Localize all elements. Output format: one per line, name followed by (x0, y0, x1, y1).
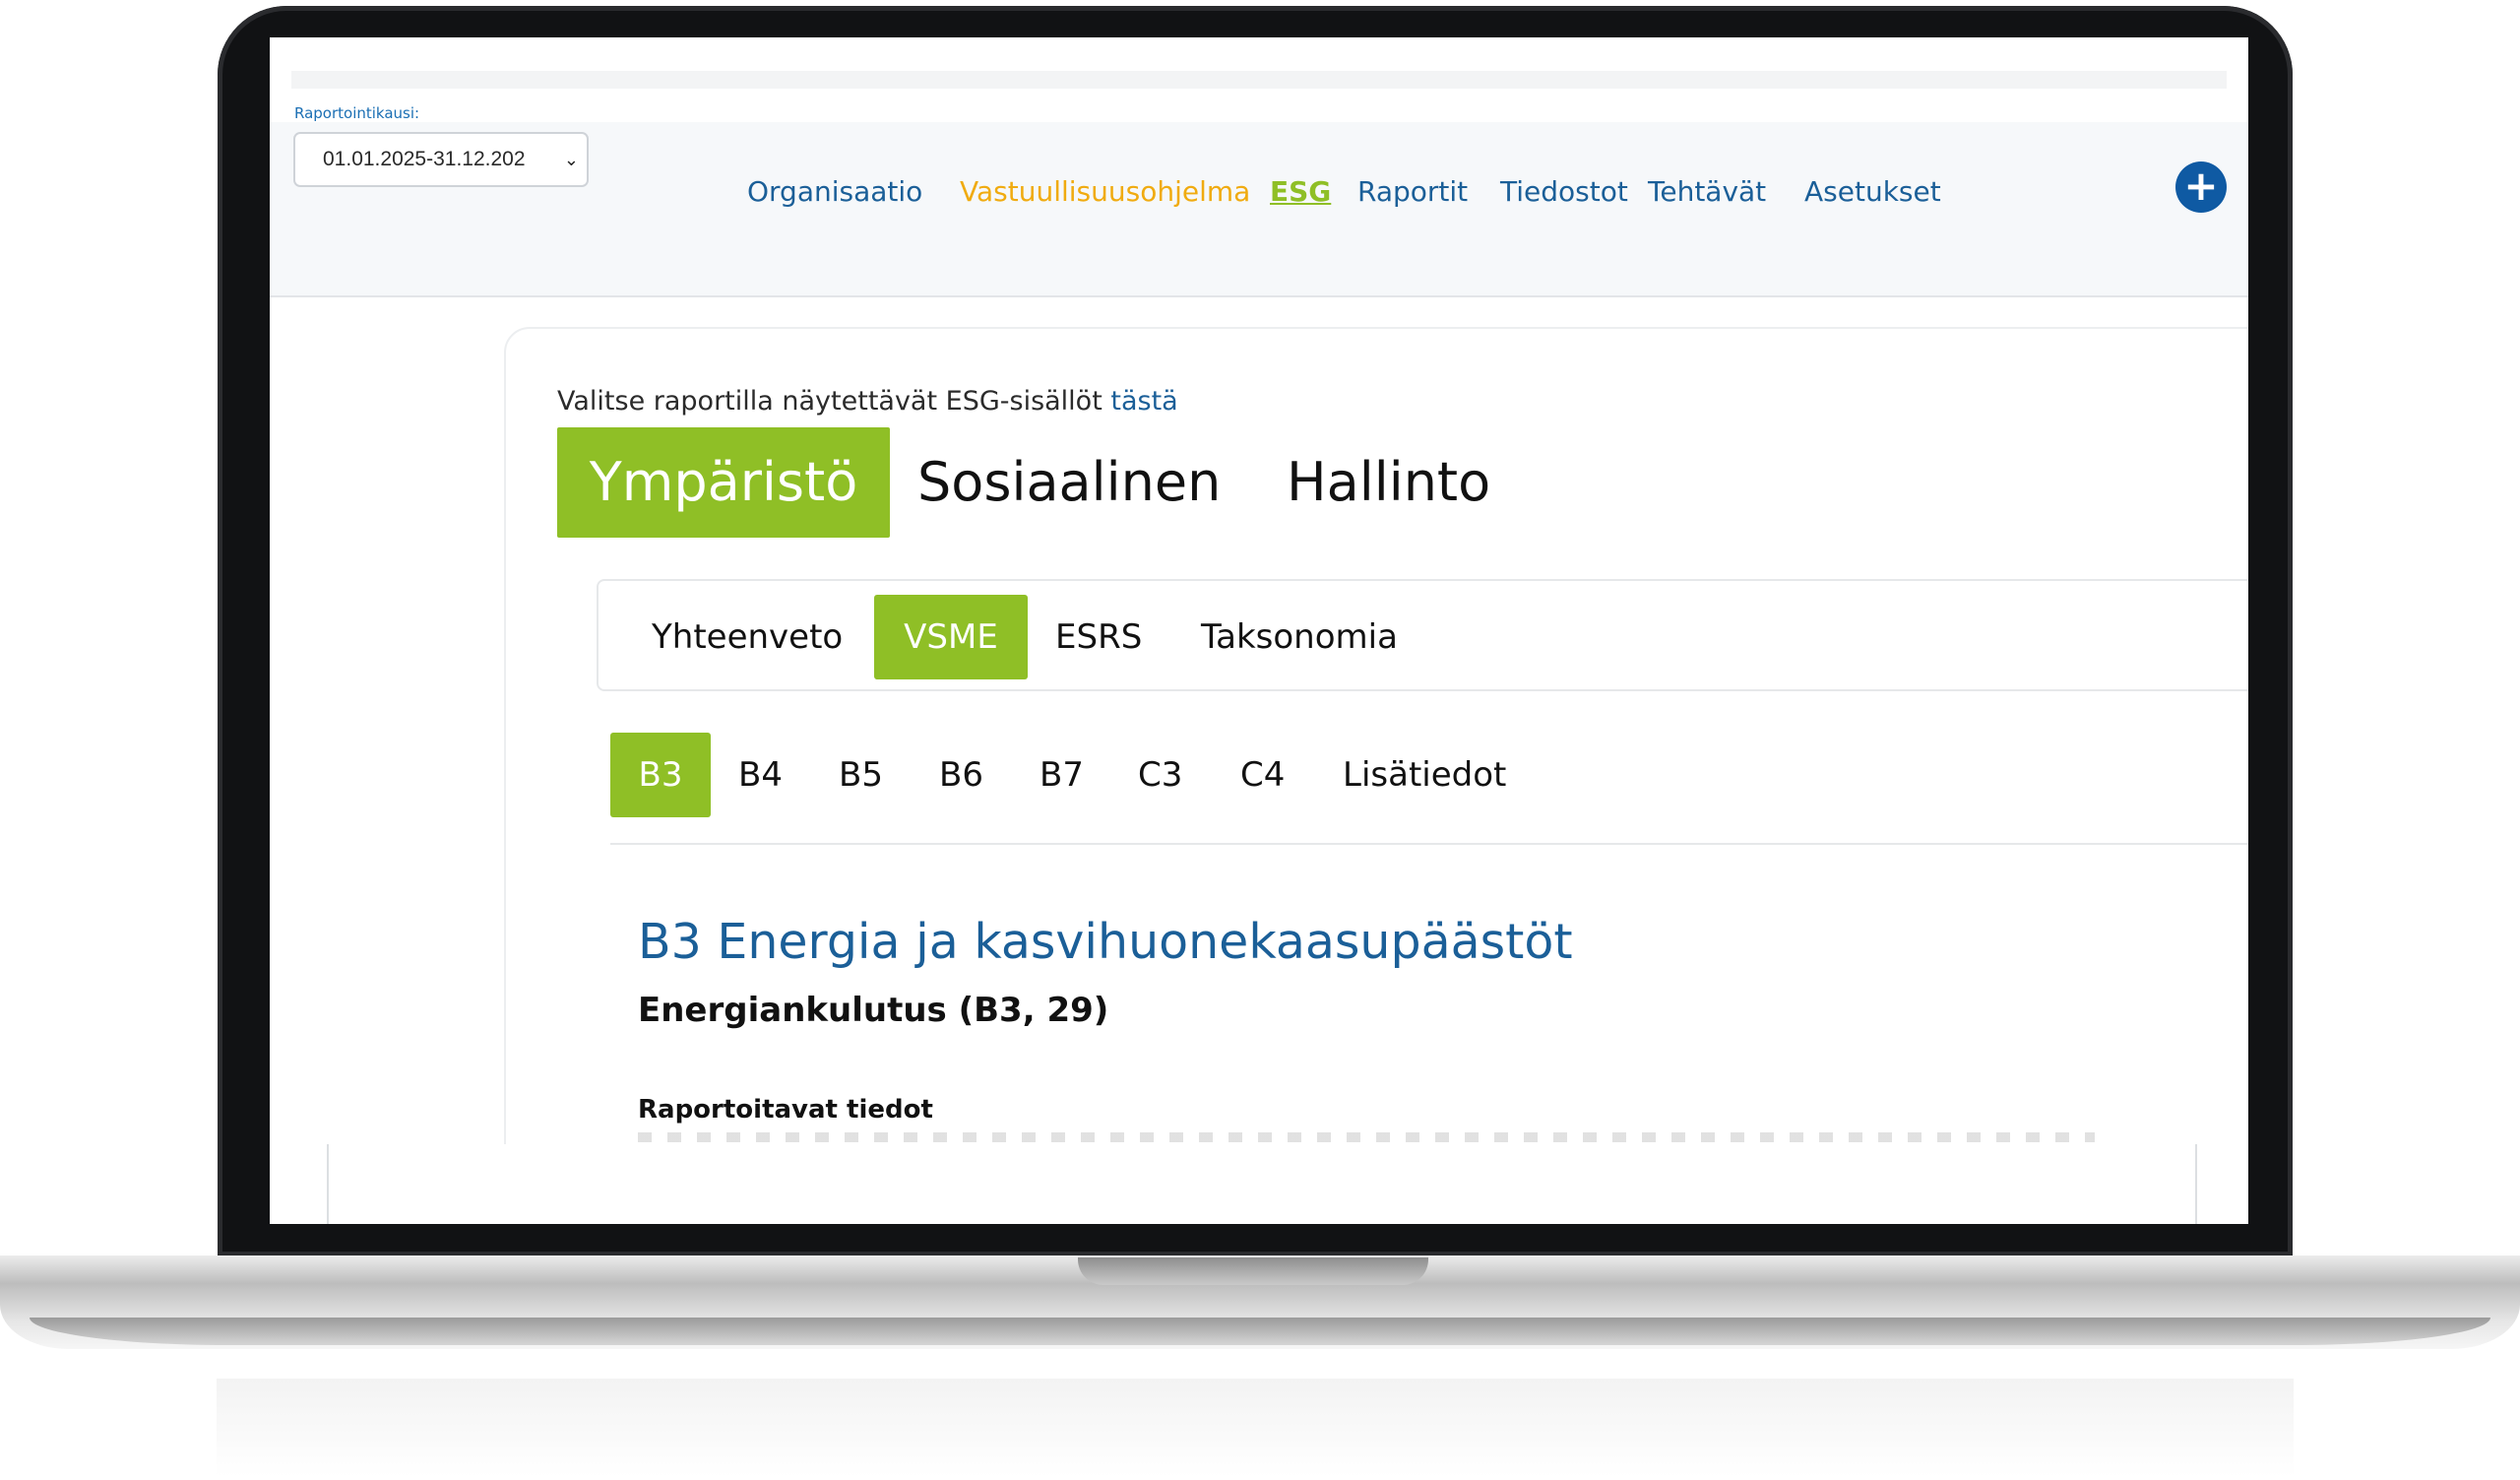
reporting-period-value: 01.01.2025-31.12.202 (323, 148, 526, 170)
codetab-b6[interactable]: B6 (939, 733, 983, 817)
codetab-c3[interactable]: C3 (1138, 733, 1182, 817)
nav-vastuullisuusohjelma[interactable]: Vastuullisuusohjelma (960, 175, 1250, 208)
codetab-b4[interactable]: B4 (738, 733, 783, 817)
bottom-panel-edge-left (327, 1144, 329, 1224)
intro-label: Valitse raportilla näytettävät ESG-sisäl… (557, 386, 1102, 417)
section-title: B3 Energia ja kasvihuonekaasupäästöt (638, 914, 1573, 970)
tab-hallinto[interactable]: Hallinto (1287, 427, 1490, 538)
intro-link[interactable]: tästä (1110, 386, 1177, 417)
subtab-esrs[interactable]: ESRS (1055, 595, 1142, 679)
nav-organisaatio[interactable]: Organisaatio (747, 175, 922, 208)
bottom-panel-edge-right (2195, 1144, 2197, 1224)
nav-esg[interactable]: ESG (1270, 175, 1331, 208)
codetab-b3[interactable]: B3 (610, 733, 711, 817)
codetab-c4[interactable]: C4 (1240, 733, 1285, 817)
tab-ymparisto[interactable]: Ympäristö (557, 427, 890, 538)
nav-asetukset[interactable]: Asetukset (1804, 175, 1941, 208)
subtabs-container (597, 579, 2248, 691)
codetab-b5[interactable]: B5 (839, 733, 883, 817)
plus-icon: + (2183, 161, 2219, 210)
codetab-b7[interactable]: B7 (1040, 733, 1084, 817)
reported-info-heading: Raportoitavat tiedot (638, 1095, 933, 1125)
section-divider (610, 843, 2248, 845)
laptop-reflection (217, 1379, 2294, 1477)
subtab-vsme[interactable]: VSME (874, 595, 1028, 679)
nav-tehtavat[interactable]: Tehtävät (1648, 175, 1766, 208)
nav-raportit[interactable]: Raportit (1357, 175, 1468, 208)
add-button[interactable]: + (2175, 161, 2227, 213)
laptop-notch (1078, 1257, 1428, 1285)
laptop-base-bottom (30, 1318, 2490, 1345)
codetab-lisatiedot[interactable]: Lisätiedot (1343, 733, 1506, 817)
clipped-text-line (638, 1132, 2095, 1142)
tab-sosiaalinen[interactable]: Sosiaalinen (917, 427, 1221, 538)
reporting-period-select[interactable]: 01.01.2025-31.12.202 ⌄ (293, 132, 589, 187)
reporting-period-label: Raportointikausi: (294, 104, 420, 122)
intro-text: Valitse raportilla näytettävät ESG-sisäl… (557, 386, 1178, 417)
nav-tiedostot[interactable]: Tiedostot (1500, 175, 1628, 208)
bottom-panel (270, 1144, 2248, 1224)
browser-top-strip (291, 71, 2227, 89)
subtab-taksonomia[interactable]: Taksonomia (1201, 595, 1398, 679)
screen: Raportointikausi: 01.01.2025-31.12.202 ⌄… (270, 37, 2248, 1224)
sub-heading: Energiankulutus (B3, 29) (638, 991, 1109, 1030)
subtab-yhteenveto[interactable]: Yhteenveto (652, 595, 843, 679)
chevron-down-icon: ⌄ (563, 150, 579, 169)
